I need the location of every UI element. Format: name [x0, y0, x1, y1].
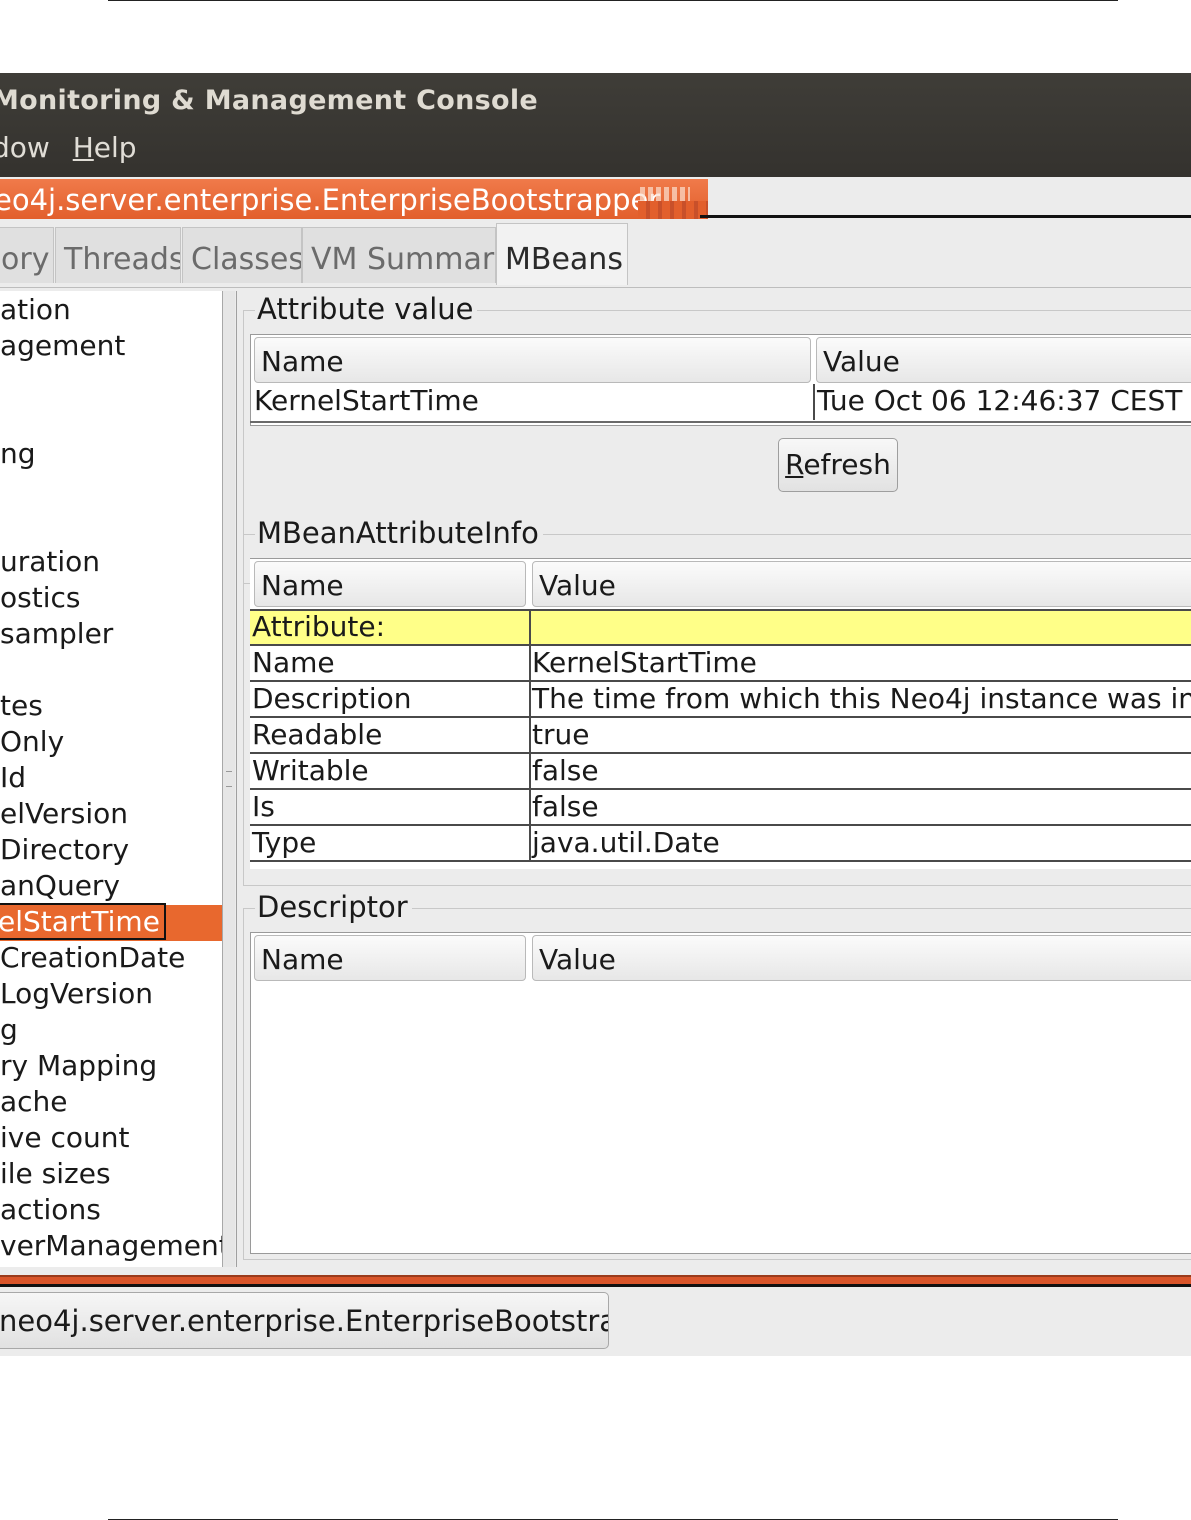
tree-item[interactable]: ostics	[0, 581, 80, 617]
info-name-cell[interactable]: Type	[250, 826, 530, 862]
tab-divider	[0, 287, 1191, 288]
tree-item[interactable]: Directory	[0, 833, 129, 869]
descriptor-col-header-name[interactable]: Name	[254, 935, 526, 981]
taskbar-window-button[interactable]: neo4j.server.enterprise.EnterpriseBootst…	[0, 1292, 609, 1349]
tree-item[interactable]: uration	[0, 545, 100, 581]
attr-name-cell[interactable]: KernelStartTime	[252, 384, 812, 420]
refresh-mnemonic: R	[785, 448, 804, 481]
tab-underline	[700, 215, 1191, 218]
info-value-cell[interactable]: KernelStartTime	[530, 646, 1191, 682]
col-header-name[interactable]: Name	[254, 337, 811, 383]
tree-item-selected[interactable]: elStartTime	[0, 903, 222, 941]
table-bottom-line	[250, 421, 1191, 423]
refresh-button[interactable]: Refresh	[778, 438, 898, 492]
tree-item[interactable]: Only	[0, 725, 64, 761]
tab-mbeans[interactable]: MBeans	[496, 223, 628, 285]
info-name-cell[interactable]: Readable	[250, 718, 530, 754]
tree-item[interactable]: actions	[0, 1193, 101, 1229]
refresh-label: efresh	[803, 448, 891, 481]
connection-tab-label: eo4j.server.enterprise.EnterpriseBootstr…	[0, 183, 661, 217]
info-value-cell[interactable]: java.util.Date	[530, 826, 1191, 862]
tab-classes[interactable]: Classes	[182, 227, 302, 283]
tree-item[interactable]: tes	[0, 689, 43, 725]
info-value-cell[interactable]: false	[530, 754, 1191, 790]
tree-item[interactable]: ive count	[0, 1121, 129, 1157]
screenshot: Monitoring & Management Console dow Help…	[0, 73, 1191, 1356]
tree-item[interactable]: sampler	[0, 617, 113, 653]
menu-window[interactable]: dow	[0, 131, 50, 164]
tree-item[interactable]: ile sizes	[0, 1157, 111, 1193]
attribute-value-legend: Attribute value	[255, 292, 478, 326]
info-col-header-value[interactable]: Value	[532, 561, 1191, 607]
page-top-rule	[108, 0, 1118, 1]
tree-item[interactable]: g	[0, 1013, 18, 1049]
info-name-cell[interactable]: Name	[250, 646, 530, 682]
info-col-header-name[interactable]: Name	[254, 561, 526, 607]
info-name-cell[interactable]: Is	[250, 790, 530, 826]
title-bar: Monitoring & Management Console dow Help	[0, 73, 1191, 177]
mbean-info-legend: MBeanAttributeInfo	[255, 516, 543, 550]
help-mnemonic: H	[72, 131, 94, 164]
tree-item[interactable]: elVersion	[0, 797, 128, 833]
tree-item[interactable]: Id	[0, 761, 26, 797]
tree-item[interactable]: anQuery	[0, 869, 120, 905]
menu-help[interactable]: Help	[73, 131, 137, 164]
info-name-cell[interactable]: Attribute:	[250, 610, 530, 646]
connection-tab-bar: eo4j.server.enterprise.EnterpriseBootstr…	[0, 177, 1191, 221]
info-top-line	[250, 609, 1191, 611]
tab-vm-summary[interactable]: VM Summary	[302, 227, 496, 283]
splitter-grip-icon	[226, 771, 232, 787]
tree-item[interactable]: ation	[0, 293, 71, 329]
info-name-cell[interactable]: Description	[250, 682, 530, 718]
tree-item-selected-label: elStartTime	[0, 903, 166, 940]
tree-item[interactable]: LogVersion	[0, 977, 153, 1013]
window-title: Monitoring & Management Console	[0, 85, 539, 116]
connection-tab[interactable]: eo4j.server.enterprise.EnterpriseBootstr…	[0, 179, 708, 219]
resize-grip-icon	[640, 187, 690, 209]
menu-bar: dow Help	[0, 131, 151, 164]
tree-item[interactable]: ache	[0, 1085, 68, 1121]
info-name-cell[interactable]: Writable	[250, 754, 530, 790]
mbean-tree[interactable]: ation agement ng uration ostics sampler …	[0, 291, 223, 1267]
attr-value-cell[interactable]: Tue Oct 06 12:46:37 CEST 20	[813, 384, 1191, 420]
descriptor-legend: Descriptor	[255, 890, 412, 924]
tree-item[interactable]: verManagement	[0, 1229, 222, 1265]
info-value-cell[interactable]: true	[530, 718, 1191, 754]
col-header-value[interactable]: Value	[816, 337, 1191, 383]
tree-item[interactable]: agement	[0, 329, 125, 365]
info-value-cell[interactable]: false	[530, 790, 1191, 826]
descriptor-col-header-value[interactable]: Value	[532, 935, 1191, 981]
tab-strip: ory Threads Classes VM Summary MBeans	[0, 223, 1191, 288]
tab-memory[interactable]: ory	[0, 227, 54, 283]
info-value-cell[interactable]	[530, 610, 1191, 646]
tab-threads[interactable]: Threads	[55, 227, 181, 283]
info-col-divider	[529, 610, 531, 862]
info-value-cell[interactable]: The time from which this Neo4j instance …	[530, 682, 1191, 718]
tree-item[interactable]: ry Mapping	[0, 1049, 157, 1085]
tree-item[interactable]: CreationDate	[0, 941, 185, 977]
tree-item[interactable]: ng	[0, 437, 36, 473]
